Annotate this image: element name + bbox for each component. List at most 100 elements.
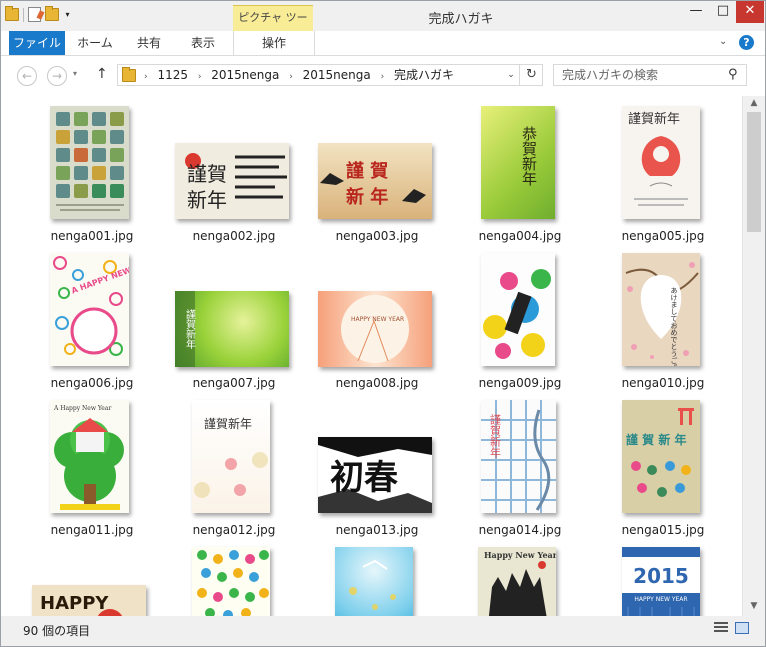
thumbnail-nenga012[interactable]: 謹賀新年: [192, 400, 270, 513]
thumbnail-nenga002[interactable]: 謹賀 新年: [175, 143, 289, 219]
thumbnail-nenga016[interactable]: HAPPY: [32, 585, 146, 616]
tab-view[interactable]: 表示: [179, 31, 227, 55]
thumb-text: 新年: [187, 188, 227, 212]
file-name[interactable]: nenga004.jpg: [455, 229, 585, 243]
address-dropdown-icon[interactable]: ⌄: [504, 65, 518, 85]
search-icon[interactable]: ⚲: [728, 67, 738, 82]
thumb-text: 2015: [633, 564, 689, 588]
file-name[interactable]: nenga013.jpg: [312, 523, 442, 537]
file-name[interactable]: nenga001.jpg: [27, 229, 157, 243]
quick-access-toolbar: ▾: [5, 6, 72, 22]
file-name[interactable]: nenga002.jpg: [169, 229, 299, 243]
item-count: 90 個の項目: [23, 624, 91, 638]
ribbon-expand-icon[interactable]: ⌄: [719, 36, 727, 47]
properties-icon[interactable]: [28, 7, 41, 22]
vertical-scrollbar[interactable]: ▲ ▼: [742, 96, 765, 616]
breadcrumb-item[interactable]: 完成ハガキ: [394, 68, 454, 82]
tab-manage[interactable]: 操作: [233, 31, 315, 55]
file-name[interactable]: nenga010.jpg: [598, 376, 728, 390]
tab-home[interactable]: ホーム: [71, 31, 119, 55]
thumb-text: 謹 賀 新 年: [626, 432, 687, 447]
file-name[interactable]: nenga006.jpg: [27, 376, 157, 390]
scrollbar-thumb[interactable]: [747, 112, 761, 232]
thumbnail-nenga013[interactable]: 初春: [318, 437, 432, 513]
ribbon-tabs: ファイル ホーム 共有 表示 操作 ⌄ ?: [1, 31, 765, 56]
breadcrumb-item[interactable]: 2015nenga: [211, 68, 279, 82]
file-name[interactable]: nenga011.jpg: [27, 523, 157, 537]
breadcrumb-item[interactable]: 2015nenga: [303, 68, 371, 82]
scroll-down-icon[interactable]: ▼: [743, 601, 765, 611]
file-name[interactable]: nenga009.jpg: [455, 376, 585, 390]
navigation-bar: ← → ▾ ↑ › 1125 › 2015nenga › 2015nenga ›…: [1, 56, 765, 96]
thumb-text: あけましておめでとうございます: [670, 287, 678, 366]
file-name[interactable]: nenga008.jpg: [312, 376, 442, 390]
tab-share[interactable]: 共有: [125, 31, 173, 55]
title-bar: ▾ ピクチャ ツール 完成ハガキ — □ ✕: [1, 1, 765, 48]
folder-icon[interactable]: [5, 6, 19, 21]
thumbnail-nenga005[interactable]: 謹賀新年: [622, 106, 700, 219]
thumbnail-nenga010[interactable]: あけましておめでとうございます: [622, 253, 700, 366]
thumbnail-nenga004[interactable]: 恭賀新年: [481, 106, 555, 219]
tab-file[interactable]: ファイル: [9, 31, 65, 55]
details-view-icon[interactable]: [714, 622, 728, 634]
thumbnail-nenga006[interactable]: A HAPPY NEW YEAR: [50, 253, 129, 366]
file-name[interactable]: nenga015.jpg: [598, 523, 728, 537]
thumb-text: 謹 賀: [346, 160, 388, 182]
folder-icon: [122, 67, 136, 82]
address-bar[interactable]: › 1125 › 2015nenga › 2015nenga › 完成ハガキ ⌄…: [117, 64, 543, 86]
thumbnail-nenga003[interactable]: 謹 賀 新 年: [318, 143, 432, 219]
maximize-button[interactable]: □: [710, 1, 736, 23]
file-name[interactable]: nenga012.jpg: [169, 523, 299, 537]
thumbnail-nenga020[interactable]: 2015 HAPPY NEW YEAR: [622, 547, 700, 616]
file-name[interactable]: nenga007.jpg: [169, 376, 299, 390]
search-input[interactable]: [562, 67, 722, 83]
status-bar: 90 個の項目: [1, 616, 765, 646]
thumbnail-nenga009[interactable]: [481, 253, 555, 366]
breadcrumb-item[interactable]: 1125: [157, 68, 188, 82]
file-name[interactable]: nenga005.jpg: [598, 229, 728, 243]
thumb-text: 恭賀新年: [520, 126, 538, 186]
thumb-text: HAPPY: [40, 593, 109, 614]
search-box[interactable]: ⚲: [553, 64, 747, 86]
minimize-button[interactable]: —: [682, 1, 710, 23]
back-button[interactable]: ←: [17, 66, 37, 86]
thumb-text: HAPPY NEW YEAR: [351, 316, 404, 323]
thumbnail-nenga007[interactable]: 謹賀新年: [175, 291, 289, 367]
thumb-text: 謹賀新年: [489, 413, 502, 458]
thumbnail-nenga008[interactable]: HAPPY NEW YEAR: [318, 291, 432, 367]
large-icons-view-icon[interactable]: [735, 622, 749, 634]
file-name[interactable]: nenga014.jpg: [455, 523, 585, 537]
scroll-up-icon[interactable]: ▲: [743, 98, 765, 108]
thumb-text: Happy New Year: [484, 550, 556, 560]
thumbnail-nenga018[interactable]: [335, 547, 413, 616]
thumbnail-nenga001[interactable]: [50, 106, 129, 219]
thumb-text: HAPPY NEW YEAR: [634, 596, 687, 603]
chevron-right-icon[interactable]: ›: [289, 72, 293, 82]
close-button[interactable]: ✕: [736, 1, 764, 23]
customize-toolbar-icon[interactable]: ▾: [63, 10, 72, 19]
thumbnail-nenga017[interactable]: [192, 547, 270, 616]
thumb-text: 初春: [330, 458, 398, 498]
chevron-right-icon[interactable]: ›: [144, 72, 148, 82]
up-button[interactable]: ↑: [96, 66, 108, 82]
forward-button[interactable]: →: [47, 66, 67, 86]
toolbar-separator: [23, 7, 24, 22]
thumbnail-nenga014[interactable]: 謹賀新年: [481, 400, 556, 513]
chevron-right-icon[interactable]: ›: [381, 72, 385, 82]
thumb-text: 謹賀新年: [184, 308, 196, 350]
refresh-icon[interactable]: ↻: [519, 65, 543, 85]
thumb-text: A Happy New Year: [53, 405, 111, 412]
breadcrumb: › 1125 › 2015nenga › 2015nenga › 完成ハガキ: [144, 65, 460, 85]
picture-tools-group: ピクチャ ツール: [233, 5, 313, 48]
recent-locations-icon[interactable]: ▾: [73, 69, 77, 78]
chevron-right-icon[interactable]: ›: [198, 72, 202, 82]
new-folder-icon[interactable]: [45, 6, 59, 21]
thumb-text: 謹賀: [187, 162, 227, 186]
thumbnail-nenga015[interactable]: 謹 賀 新 年: [622, 400, 700, 513]
thumbnail-nenga019[interactable]: Happy New Year: [478, 547, 556, 616]
thumb-text: A HAPPY NEW YEAR: [70, 256, 129, 295]
file-name[interactable]: nenga003.jpg: [312, 229, 442, 243]
thumbnail-nenga011[interactable]: A Happy New Year: [50, 400, 129, 513]
help-icon[interactable]: ?: [739, 35, 754, 50]
thumb-text: 新 年: [346, 186, 388, 208]
